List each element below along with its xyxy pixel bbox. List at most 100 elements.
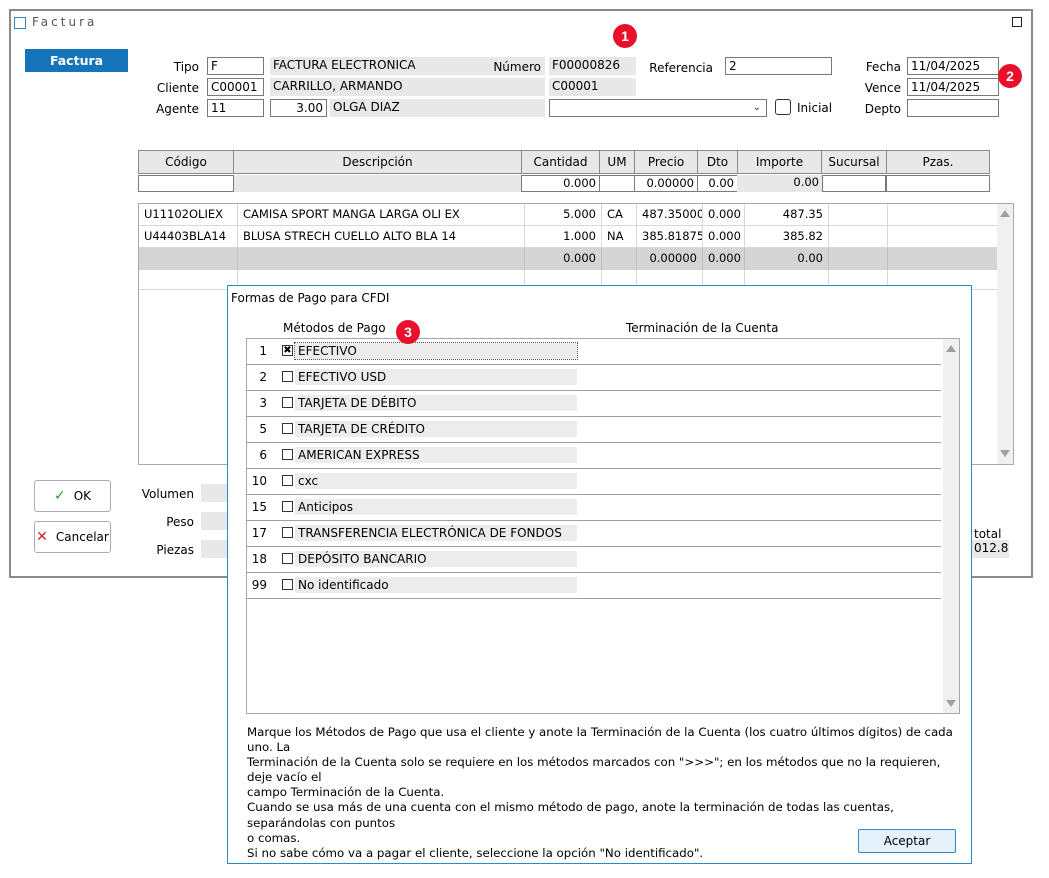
entry-cantidad[interactable]: 0.000 — [521, 175, 600, 192]
payment-method-checkbox[interactable] — [282, 449, 293, 460]
payment-method-number: 6 — [259, 448, 267, 462]
total-cantidad: 0.000 — [525, 248, 602, 270]
dialog-scrollbar[interactable] — [943, 339, 959, 713]
row-descripcion: CAMISA SPORT MANGA LARGA OLI EX — [238, 204, 525, 226]
window-title: Factura — [32, 15, 98, 29]
col-pzas: Pzas. — [886, 150, 990, 174]
payment-method-checkbox[interactable] — [282, 579, 293, 590]
payment-method-label: TARJETA DE DÉBITO — [295, 395, 577, 411]
piezas-label: Piezas — [156, 543, 194, 557]
peso-label: Peso — [166, 515, 194, 529]
row-precio: 385.81875 — [637, 226, 703, 248]
scroll-up-icon[interactable] — [1000, 210, 1010, 217]
entry-codigo[interactable] — [138, 175, 234, 192]
payment-method-number: 17 — [251, 526, 267, 540]
payment-method-checkbox[interactable] — [282, 501, 293, 512]
grid-entry-row[interactable]: 0.000 0.00000 0.00 0.00 — [138, 175, 990, 192]
col-metodos-header: Métodos de Pago — [283, 321, 386, 335]
cancelar-button[interactable]: ✕ Cancelar — [34, 521, 111, 553]
vence-input[interactable]: 11/04/2025 — [907, 78, 999, 96]
extra-select[interactable]: ⌄ — [549, 99, 767, 117]
fecha-input[interactable]: 11/04/2025 — [907, 57, 999, 75]
cancelar-label: Cancelar — [55, 530, 109, 544]
payment-method-label: cxc — [295, 473, 577, 489]
cliente-input[interactable]: C00001 — [207, 78, 264, 96]
callout-badge-1: 1 — [613, 24, 637, 48]
total-descripcion — [238, 248, 525, 270]
ok-button[interactable]: ✓ OK — [34, 480, 111, 512]
total-label: total — [974, 527, 1002, 541]
scroll-down-icon[interactable] — [1000, 450, 1010, 457]
volumen-label: Volumen — [141, 487, 194, 501]
agente-input[interactable]: 11 — [207, 99, 264, 117]
entry-dto[interactable]: 0.00 — [697, 175, 738, 192]
aceptar-button[interactable]: Aceptar — [858, 829, 956, 853]
instruction-line: Marque los Métodos de Pago que usa el cl… — [247, 725, 953, 755]
total-sucursal — [829, 248, 888, 270]
row-descripcion: BLUSA STRECH CUELLO ALTO BLA 14 — [238, 226, 525, 248]
referencia-input[interactable]: 2 — [725, 57, 832, 75]
payment-method-label: DEPÓSITO BANCARIO — [295, 551, 577, 567]
table-row[interactable]: U44403BLA14 BLUSA STRECH CUELLO ALTO BLA… — [139, 226, 997, 248]
referencia-label: Referencia — [649, 61, 713, 75]
payment-method-label: EFECTIVO USD — [295, 369, 577, 385]
payment-method-row[interactable]: 18 DEPÓSITO BANCARIO — [247, 547, 941, 573]
payment-method-checkbox[interactable] — [282, 371, 293, 382]
payment-method-checkbox[interactable] — [282, 423, 293, 434]
payment-method-row[interactable]: 2 EFECTIVO USD — [247, 365, 941, 391]
payment-method-checkbox[interactable] — [282, 475, 293, 486]
depto-input[interactable] — [907, 99, 999, 117]
payment-method-checkbox[interactable] — [282, 527, 293, 538]
row-importe: 385.82 — [745, 226, 829, 248]
payment-method-number: 18 — [251, 552, 267, 566]
entry-um[interactable] — [599, 175, 635, 192]
table-row[interactable]: U11102OLIEX CAMISA SPORT MANGA LARGA OLI… — [139, 204, 997, 226]
payment-method-number: 10 — [251, 474, 267, 488]
payment-method-number: 99 — [251, 578, 267, 592]
total-precio: 0.00000 — [637, 248, 703, 270]
entry-importe: 0.00 — [737, 175, 822, 192]
col-cantidad: Cantidad — [521, 150, 600, 174]
payment-method-number: 2 — [259, 370, 267, 384]
maximize-button[interactable] — [1012, 17, 1022, 27]
entry-sucursal[interactable] — [822, 175, 886, 192]
payment-method-row[interactable]: 3 TARJETA DE DÉBITO — [247, 391, 941, 417]
payment-method-row[interactable]: 15 Anticipos — [247, 495, 941, 521]
payment-method-row[interactable]: 10 cxc — [247, 469, 941, 495]
row-um: NA — [602, 226, 637, 248]
entry-descripcion — [234, 175, 521, 192]
payment-method-number: 3 — [259, 396, 267, 410]
row-dto: 0.000 — [703, 204, 745, 226]
payment-method-row[interactable]: 5 TARJETA DE CRÉDITO — [247, 417, 941, 443]
col-codigo: Código — [138, 150, 234, 174]
payment-method-row[interactable]: 6 AMERICAN EXPRESS — [247, 443, 941, 469]
scroll-up-icon[interactable] — [946, 345, 956, 352]
payment-method-checkbox[interactable]: ✖ — [282, 345, 293, 356]
tipo-input[interactable]: F — [207, 57, 264, 75]
payment-method-row[interactable]: 1 ✖ EFECTIVO — [247, 339, 941, 365]
factura-tab-button[interactable]: Factura — [25, 49, 128, 72]
tipo-label: Tipo — [173, 60, 199, 74]
payment-method-checkbox[interactable] — [282, 397, 293, 408]
payment-method-checkbox[interactable] — [282, 553, 293, 564]
payment-method-row[interactable]: 17 TRANSFERENCIA ELECTRÓNICA DE FONDOS — [247, 521, 941, 547]
total-codigo — [139, 248, 238, 270]
total-dto: 0.000 — [703, 248, 745, 270]
chevron-down-icon: ⌄ — [752, 102, 761, 113]
fecha-label: Fecha — [865, 60, 901, 74]
inicial-label: Inicial — [797, 101, 833, 115]
agente-pct-input[interactable]: 3.00 — [270, 99, 327, 117]
row-um: CA — [602, 204, 637, 226]
payment-method-label: No identificado — [295, 577, 577, 593]
cliente-name: CARRILLO, ARMANDO — [270, 78, 545, 96]
inicial-checkbox[interactable] — [775, 99, 791, 115]
scroll-down-icon[interactable] — [946, 700, 956, 707]
row-cantidad: 1.000 — [525, 226, 602, 248]
entry-precio[interactable]: 0.00000 — [634, 175, 698, 192]
payment-method-number: 1 — [259, 344, 267, 358]
grid-scrollbar[interactable] — [997, 204, 1013, 464]
payment-method-row[interactable]: 99 No identificado — [247, 573, 941, 599]
instruction-line: campo Terminación de la Cuenta. — [247, 785, 445, 800]
entry-pzas[interactable] — [886, 175, 990, 192]
window-icon — [14, 17, 26, 29]
